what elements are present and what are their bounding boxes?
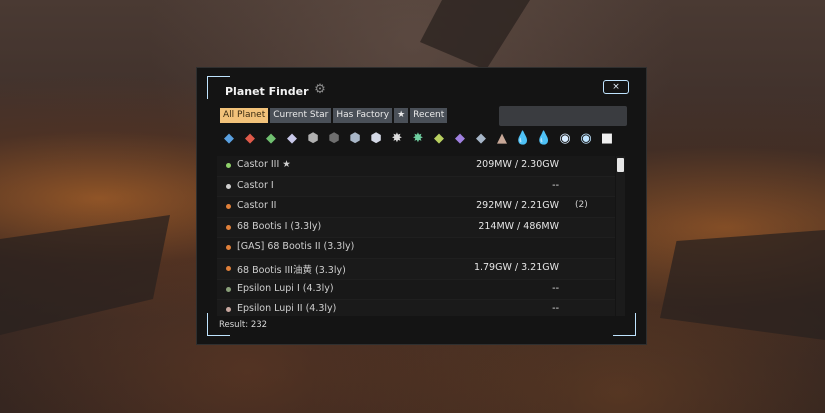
background-ship-top — [420, 0, 530, 70]
planet-name: Epsilon Lupi I (4.3ly) — [237, 282, 334, 294]
scrollbar-thumb[interactable] — [617, 158, 624, 172]
planet-status-dot — [226, 286, 231, 292]
list-scrollbar[interactable] — [616, 156, 625, 316]
planet-status-dot — [226, 163, 231, 168]
gear-icon[interactable]: ⚙ — [313, 83, 327, 97]
filter-tabs: All Planet Current Star Has Factory ★ Re… — [220, 108, 448, 123]
planet-name: Castor III ★ — [237, 159, 291, 170]
planet-status-dot — [226, 307, 231, 313]
stone-icon[interactable]: ⬢ — [304, 130, 322, 148]
titanium-ore-icon[interactable]: ◆ — [283, 130, 301, 148]
planet-row[interactable]: 68 Bootis III油黄 (3.3ly) 1.79GW / 3.21GW — [217, 258, 615, 280]
planet-row[interactable]: Castor II 292MW / 2.21GW (2) — [217, 197, 615, 218]
planet-name: Castor II — [237, 200, 277, 212]
planet-row[interactable]: Epsilon Lupi I (4.3ly) -- — [217, 279, 615, 301]
tab-current-star[interactable]: Current Star — [270, 108, 332, 123]
planet-name: 68 Bootis III油黄 (3.3ly) — [237, 264, 346, 276]
crude-oil-icon[interactable]: 💧 — [535, 130, 553, 148]
unipolar-magnet-icon[interactable]: ▲ — [493, 130, 511, 148]
silicon-ore-icon[interactable]: ◆ — [262, 130, 280, 148]
background-ship-right — [660, 230, 825, 340]
planet-power: 1.79GW / 3.21GW — [473, 261, 559, 273]
planet-extra-count: (2) — [575, 200, 588, 211]
planet-row[interactable]: [GAS] 68 Bootis II (3.3ly) — [217, 238, 615, 259]
planet-power: 292MW / 2.21GW — [476, 200, 559, 212]
deuterium-icon[interactable]: ◉ — [577, 130, 595, 148]
planet-row[interactable]: Castor I -- — [217, 176, 615, 198]
planet-power: 214MW / 486MW — [478, 220, 559, 232]
planet-name: Castor I — [237, 179, 274, 191]
sulfuric-acid-icon[interactable]: ■ — [598, 130, 616, 148]
kimberlite-icon[interactable]: ✸ — [409, 130, 427, 148]
planet-row[interactable]: Epsilon Lupi II (4.3ly) -- — [217, 300, 615, 316]
window-title: Planet Finder — [225, 85, 309, 98]
hydrogen-icon[interactable]: ◉ — [556, 130, 574, 148]
planet-list: Castor III ★ 209MW / 2.30GW Castor I -- Cast… — [217, 156, 615, 316]
fractal-silicon-icon[interactable]: ◆ — [430, 130, 448, 148]
tab-has-factory[interactable]: Has Factory — [333, 108, 393, 123]
planet-row[interactable]: 68 Bootis I (3.3ly) 214MW / 486MW — [217, 217, 615, 239]
tab-favorite[interactable]: ★ — [394, 108, 409, 123]
planet-status-dot — [226, 245, 231, 251]
planet-name: [GAS] 68 Bootis II (3.3ly) — [237, 241, 355, 253]
search-input[interactable] — [499, 106, 627, 126]
planet-status-dot — [226, 265, 231, 271]
ice-rock-icon[interactable]: ⬢ — [367, 130, 385, 148]
ore-rock-icon[interactable]: ⬢ — [346, 130, 364, 148]
resource-filter-bar: ◆ ◆ ◆ ◆ ⬢ ⬢ ⬢ ⬢ ✸ ✸ ◆ ◆ ◆ ▲ 💧 💧 ◉ ◉ ■ — [220, 130, 616, 148]
planet-name: 68 Bootis I (3.3ly) — [237, 220, 322, 232]
frame-corner-bottom-right — [613, 313, 636, 336]
planet-power: -- — [552, 179, 559, 191]
coal-icon[interactable]: ⬢ — [325, 130, 343, 148]
spiniform-icon[interactable]: ◆ — [472, 130, 490, 148]
result-count: Result: 232 — [219, 320, 268, 330]
background-ship-left — [0, 215, 170, 335]
planet-row[interactable]: Castor III ★ 209MW / 2.30GW — [217, 156, 615, 177]
copper-ore-icon[interactable]: ◆ — [241, 130, 259, 148]
planet-name: Epsilon Lupi II (4.3ly) — [237, 303, 337, 315]
planet-status-dot — [226, 224, 231, 230]
close-button[interactable]: × — [603, 80, 629, 94]
planet-finder-window: Planet Finder ⚙ × All Planet Current Sta… — [196, 67, 647, 345]
fire-ice-icon[interactable]: ✸ — [388, 130, 406, 148]
iron-ore-icon[interactable]: ◆ — [220, 130, 238, 148]
planet-power: 209MW / 2.30GW — [476, 159, 559, 170]
optical-grating-icon[interactable]: ◆ — [451, 130, 469, 148]
planet-power: -- — [552, 282, 559, 294]
planet-power: -- — [552, 303, 559, 315]
tab-recent[interactable]: Recent — [410, 108, 448, 123]
tab-all-planet[interactable]: All Planet — [220, 108, 269, 123]
water-icon[interactable]: 💧 — [514, 130, 532, 148]
planet-status-dot — [226, 183, 231, 189]
planet-status-dot — [226, 204, 231, 210]
